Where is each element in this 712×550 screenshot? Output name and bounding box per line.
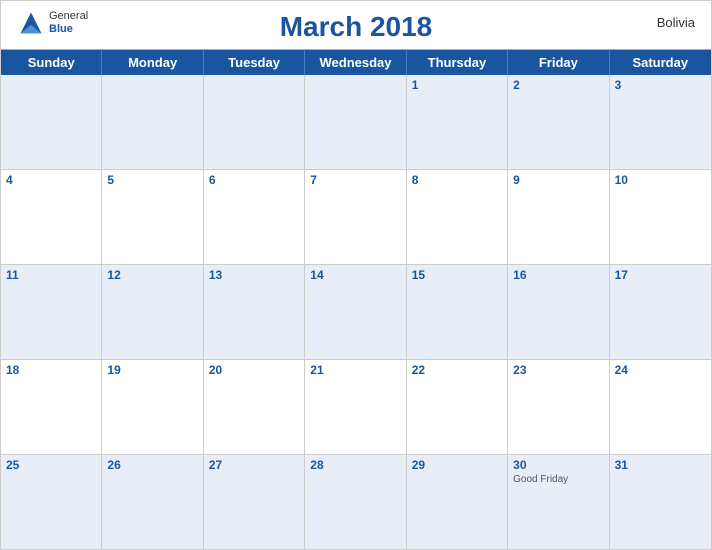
- day-cell: [204, 75, 305, 169]
- day-cell: 4: [1, 170, 102, 264]
- day-cell: 14: [305, 265, 406, 359]
- day-headers-row: SundayMondayTuesdayWednesdayThursdayFrid…: [1, 50, 711, 75]
- day-cell: 11: [1, 265, 102, 359]
- day-number: 27: [209, 458, 299, 472]
- day-cell: 18: [1, 360, 102, 454]
- day-number: 9: [513, 173, 603, 187]
- day-number: 15: [412, 268, 502, 282]
- day-header-tuesday: Tuesday: [204, 50, 305, 75]
- day-header-sunday: Sunday: [1, 50, 102, 75]
- day-number: 16: [513, 268, 603, 282]
- day-header-wednesday: Wednesday: [305, 50, 406, 75]
- day-number: 24: [615, 363, 706, 377]
- day-header-friday: Friday: [508, 50, 609, 75]
- day-cell: 24: [610, 360, 711, 454]
- day-cell: 1: [407, 75, 508, 169]
- day-number: 13: [209, 268, 299, 282]
- day-cell: 12: [102, 265, 203, 359]
- month-title: March 2018: [280, 11, 433, 43]
- calendar-grid: SundayMondayTuesdayWednesdayThursdayFrid…: [1, 49, 711, 549]
- day-cell: [305, 75, 406, 169]
- day-header-monday: Monday: [102, 50, 203, 75]
- day-cell: 31: [610, 455, 711, 549]
- day-number: 1: [412, 78, 502, 92]
- day-number: 22: [412, 363, 502, 377]
- logo-blue-text: Blue: [49, 23, 88, 36]
- day-cell: 17: [610, 265, 711, 359]
- day-cell: 22: [407, 360, 508, 454]
- day-cell: [102, 75, 203, 169]
- day-cell: 3: [610, 75, 711, 169]
- week-row-3: 11 12 13 14 15 16 17: [1, 265, 711, 360]
- day-number: 30: [513, 458, 603, 472]
- day-header-thursday: Thursday: [407, 50, 508, 75]
- day-cell: 6: [204, 170, 305, 264]
- day-number: 12: [107, 268, 197, 282]
- day-number: 10: [615, 173, 706, 187]
- day-number: 20: [209, 363, 299, 377]
- day-number: 17: [615, 268, 706, 282]
- day-number: 23: [513, 363, 603, 377]
- day-number: 8: [412, 173, 502, 187]
- day-cell: 5: [102, 170, 203, 264]
- day-number: 28: [310, 458, 400, 472]
- logo: General Blue: [17, 9, 88, 37]
- day-number: 6: [209, 173, 299, 187]
- day-cell: 21: [305, 360, 406, 454]
- day-cell: 30 Good Friday: [508, 455, 609, 549]
- day-number: 14: [310, 268, 400, 282]
- week-row-5: 25 26 27 28 29 30 Good Friday 31: [1, 455, 711, 549]
- weeks-container: 1234567891011121314151617181920212223242…: [1, 75, 711, 549]
- day-number: 25: [6, 458, 96, 472]
- calendar: General Blue March 2018 Bolivia SundayMo…: [0, 0, 712, 550]
- day-number: 11: [6, 268, 96, 282]
- day-cell: 23: [508, 360, 609, 454]
- day-number: 4: [6, 173, 96, 187]
- day-number: 2: [513, 78, 603, 92]
- logo-general-text: General: [49, 10, 88, 23]
- day-cell: 20: [204, 360, 305, 454]
- country-label: Bolivia: [657, 15, 695, 30]
- day-number: 31: [615, 458, 706, 472]
- day-cell: 8: [407, 170, 508, 264]
- day-cell: 7: [305, 170, 406, 264]
- day-cell: 29: [407, 455, 508, 549]
- calendar-header: General Blue March 2018 Bolivia: [1, 1, 711, 49]
- day-number: 21: [310, 363, 400, 377]
- week-row-4: 18 19 20 21 22 23 24: [1, 360, 711, 455]
- day-cell: 28: [305, 455, 406, 549]
- day-number: 29: [412, 458, 502, 472]
- week-row-2: 456789 10: [1, 170, 711, 265]
- day-number: 26: [107, 458, 197, 472]
- day-number: 7: [310, 173, 400, 187]
- day-number: 5: [107, 173, 197, 187]
- day-cell: 9: [508, 170, 609, 264]
- logo-icon: [17, 9, 45, 37]
- week-row-1: 123: [1, 75, 711, 170]
- day-cell: 25: [1, 455, 102, 549]
- day-cell: 27: [204, 455, 305, 549]
- day-header-saturday: Saturday: [610, 50, 711, 75]
- day-number: 3: [615, 78, 706, 92]
- day-cell: 2: [508, 75, 609, 169]
- day-cell: 13: [204, 265, 305, 359]
- day-event: Good Friday: [513, 474, 603, 485]
- day-cell: 26: [102, 455, 203, 549]
- day-number: 18: [6, 363, 96, 377]
- day-number: 19: [107, 363, 197, 377]
- day-cell: 19: [102, 360, 203, 454]
- day-cell: 15: [407, 265, 508, 359]
- day-cell: [1, 75, 102, 169]
- day-cell: 10: [610, 170, 711, 264]
- day-cell: 16: [508, 265, 609, 359]
